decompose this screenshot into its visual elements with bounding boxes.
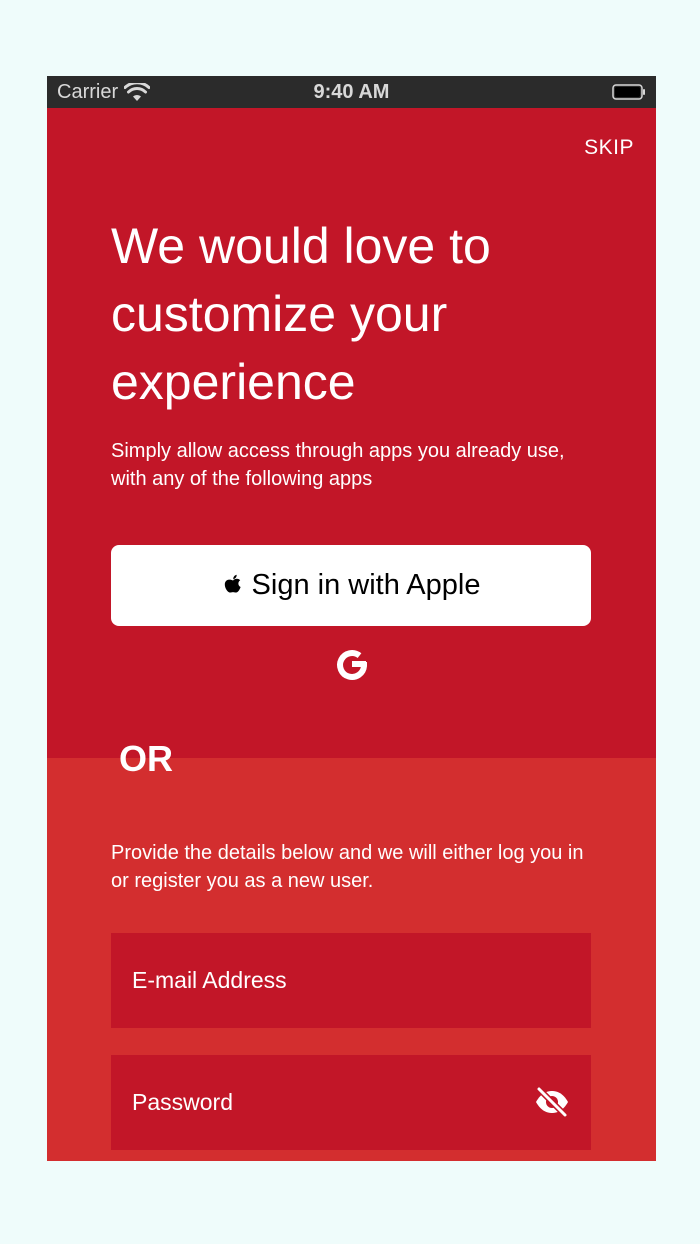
social-login-section: SKIP We would love to customize your exp… [47, 108, 656, 758]
password-input[interactable] [111, 1089, 512, 1116]
password-field [111, 1055, 591, 1150]
email-field [111, 933, 591, 1028]
credentials-section: OR Provide the details below and we will… [47, 738, 656, 1161]
phone-screen: Carrier 9:40 AM SKIP We would love to cu… [47, 76, 656, 1161]
status-time: 9:40 AM [313, 81, 390, 103]
skip-button[interactable]: SKIP [584, 136, 634, 160]
email-input[interactable] [111, 967, 512, 994]
status-bar: Carrier 9:40 AM [47, 76, 656, 108]
details-instructions: Provide the details below and we will ei… [111, 842, 584, 892]
page-subtitle: Simply allow access through apps you alr… [111, 440, 565, 490]
google-icon[interactable] [333, 645, 371, 683]
apple-icon [224, 574, 241, 593]
sign-in-with-apple-button[interactable]: Sign in with Apple [111, 545, 591, 626]
sign-in-with-apple-label: Sign in with Apple [251, 569, 481, 601]
page-title: We would love to customize your experien… [111, 218, 491, 410]
eye-off-icon[interactable] [533, 1086, 571, 1118]
or-divider-label: OR [119, 738, 173, 779]
battery-icon [612, 84, 645, 100]
